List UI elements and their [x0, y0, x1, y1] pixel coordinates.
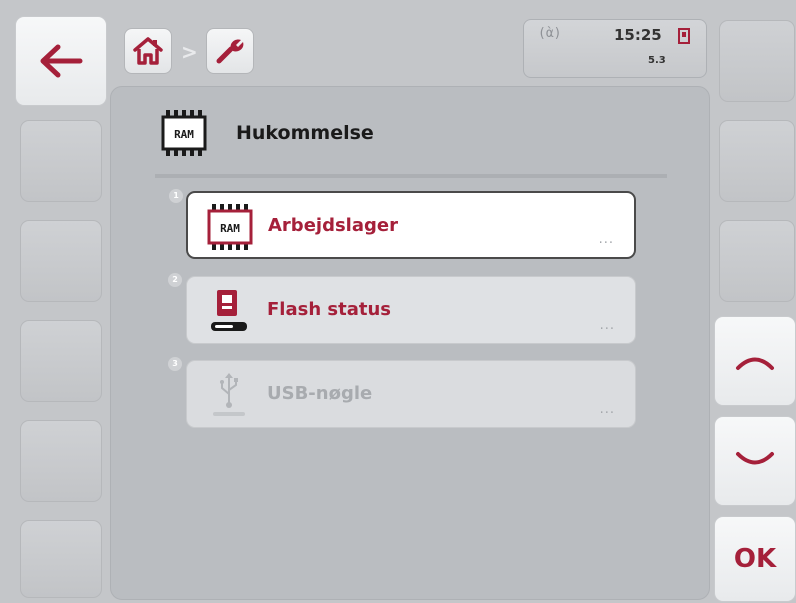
item-label: Arbejdslager [268, 215, 398, 236]
ok-button[interactable]: OK [714, 516, 796, 602]
ok-label: OK [733, 544, 777, 574]
chevron-down-icon [736, 452, 774, 465]
page-title: Hukommelse [236, 122, 374, 144]
right-softkey-1[interactable] [719, 20, 795, 102]
item-number: 2 [168, 273, 182, 287]
breadcrumb-home[interactable] [124, 28, 172, 74]
left-softkey-6[interactable] [20, 520, 102, 598]
scroll-down-button[interactable] [714, 416, 796, 506]
item-number: 1 [169, 189, 183, 203]
item-label: USB-nøgle [267, 383, 373, 404]
item-number: 3 [168, 357, 182, 371]
left-softkey-3[interactable] [20, 220, 102, 302]
item-icon-wrap: RAM [204, 201, 256, 253]
page-heading: RAM Hukommelse [160, 108, 660, 158]
status-time: 15:25 [614, 26, 662, 44]
heading-divider [155, 174, 667, 178]
status-panel: (ὰ) 15:25 5.3 [523, 19, 707, 78]
scroll-up-button[interactable] [714, 316, 796, 406]
item-icon-wrap [203, 369, 255, 421]
breadcrumb-settings[interactable] [206, 28, 254, 74]
chevron-up-icon [736, 357, 774, 370]
left-softkey-2[interactable] [20, 120, 102, 202]
more-indicator: ... [599, 318, 615, 333]
more-indicator: ... [599, 402, 615, 417]
svg-text:RAM: RAM [220, 222, 240, 235]
svg-text:RAM: RAM [174, 128, 194, 141]
usb-icon [213, 373, 245, 416]
right-softkey-3[interactable] [719, 220, 795, 302]
software-version: 5.3 [648, 55, 666, 66]
right-softkey-2[interactable] [719, 120, 795, 202]
wrench-icon [216, 39, 244, 64]
breadcrumb-separator: > [181, 40, 198, 64]
arrow-left-icon [40, 44, 83, 78]
memory-card-icon [678, 28, 690, 44]
ram-chip-icon: RAM [161, 110, 207, 156]
item-label: Flash status [267, 299, 392, 320]
list-item-flash-status[interactable]: 2 Flash status ... [168, 273, 636, 344]
back-button[interactable] [15, 16, 107, 106]
item-icon-wrap [203, 285, 255, 337]
ram-chip-icon: RAM [207, 204, 253, 250]
left-softkey-4[interactable] [20, 320, 102, 402]
more-indicator: ... [598, 232, 614, 247]
list-item-arbejdslager[interactable]: 1 RAM Arbejdslager ... [169, 189, 636, 259]
antenna-icon: (ὰ) [538, 26, 562, 41]
left-softkey-5[interactable] [20, 420, 102, 502]
list-item-usb-key[interactable]: 3 USB-nøgle ... [168, 357, 636, 428]
flash-storage-icon [211, 290, 247, 331]
home-icon [133, 37, 163, 65]
